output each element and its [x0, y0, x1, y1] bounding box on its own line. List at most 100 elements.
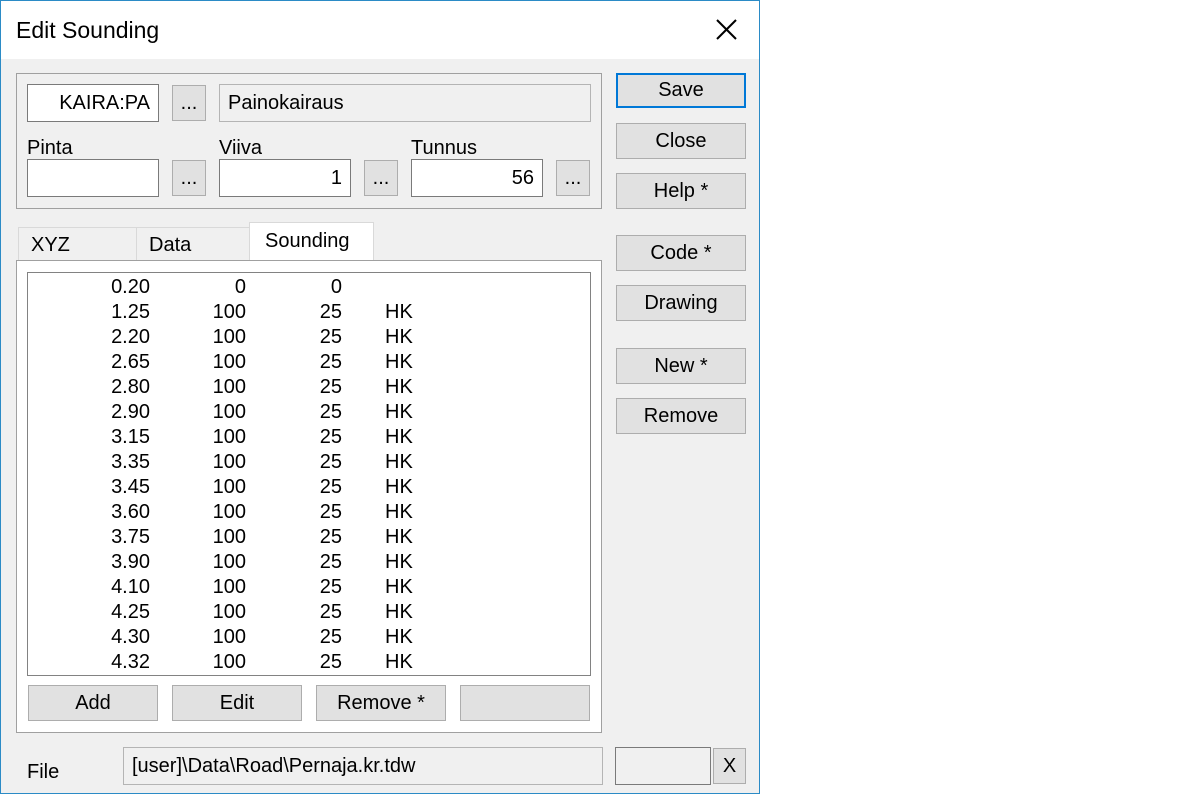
- list-cell: 25: [319, 451, 342, 473]
- list-cell: HK: [385, 626, 413, 648]
- list-item[interactable]: 3.45 100 25 HK: [28, 475, 590, 500]
- clear-file-button[interactable]: X: [713, 748, 746, 784]
- list-cell: 100: [212, 401, 246, 423]
- dialog-title: Edit Sounding: [16, 17, 160, 43]
- add-button[interactable]: Add: [28, 685, 158, 721]
- file-extra-field[interactable]: [615, 747, 711, 785]
- list-item[interactable]: 4.25 100 25 HK: [28, 600, 590, 625]
- blank-button[interactable]: [460, 685, 590, 721]
- list-cell: 25: [319, 351, 342, 373]
- tab-sounding[interactable]: Sounding: [249, 222, 374, 262]
- pinta-field[interactable]: [27, 159, 159, 197]
- list-item[interactable]: 3.90 100 25 HK: [28, 550, 590, 575]
- list-item[interactable]: 4.30 100 25 HK: [28, 625, 590, 650]
- list-cell: 25: [319, 576, 342, 598]
- list-cell: 4.25: [111, 601, 150, 623]
- list-cell: 25: [319, 601, 342, 623]
- help-button[interactable]: Help *: [616, 173, 746, 209]
- list-cell: 0: [234, 276, 246, 298]
- list-cell: 100: [212, 326, 246, 348]
- list-cell: 100: [212, 301, 246, 323]
- list-item[interactable]: 3.35 100 25 HK: [28, 450, 590, 475]
- list-cell: HK: [385, 351, 413, 373]
- list-cell: 100: [212, 376, 246, 398]
- list-item[interactable]: 4.32 100 25 HK: [28, 650, 590, 675]
- list-cell: 2.80: [111, 376, 150, 398]
- close-window-button[interactable]: [703, 9, 749, 51]
- list-cell: 100: [212, 451, 246, 473]
- list-item[interactable]: 0.20 0 0: [28, 275, 590, 300]
- list-cell: HK: [385, 401, 413, 423]
- list-cell: 100: [212, 351, 246, 373]
- list-cell: 1.25: [111, 301, 150, 323]
- list-cell: 100: [212, 651, 246, 673]
- code-button[interactable]: Code *: [616, 235, 746, 271]
- pinta-browse-button[interactable]: ...: [172, 160, 206, 196]
- list-cell: 100: [212, 626, 246, 648]
- list-item[interactable]: 3.15 100 25 HK: [28, 425, 590, 450]
- list-cell: HK: [385, 301, 413, 323]
- tunnus-label: Tunnus: [411, 137, 477, 159]
- tunnus-field[interactable]: 56: [411, 159, 543, 197]
- list-cell: 25: [319, 501, 342, 523]
- list-cell: HK: [385, 526, 413, 548]
- list-cell: 25: [319, 426, 342, 448]
- list-cell: 100: [212, 576, 246, 598]
- remove-row-button[interactable]: Remove *: [316, 685, 446, 721]
- tab-xyz[interactable]: XYZ: [18, 227, 136, 261]
- list-item[interactable]: 2.90 100 25 HK: [28, 400, 590, 425]
- pinta-label: Pinta: [27, 137, 73, 159]
- list-cell: 25: [319, 476, 342, 498]
- sounding-list[interactable]: 0.20 0 0 1.25 100 25 HK 2.20 100 25 HK 2.65 100 25 HK 2…: [27, 272, 591, 676]
- list-cell: HK: [385, 601, 413, 623]
- list-cell: 4.32: [111, 651, 150, 673]
- new-button[interactable]: New *: [616, 348, 746, 384]
- list-item[interactable]: 1.25 100 25 HK: [28, 300, 590, 325]
- list-cell: 2.90: [111, 401, 150, 423]
- list-item[interactable]: 3.60 100 25 HK: [28, 500, 590, 525]
- list-cell: 4.10: [111, 576, 150, 598]
- close-button[interactable]: Close: [616, 123, 746, 159]
- list-item[interactable]: 2.20 100 25 HK: [28, 325, 590, 350]
- file-path-field: [user]\Data\Road\Pernaja.kr.tdw: [123, 747, 603, 785]
- list-cell: 25: [319, 626, 342, 648]
- tab-data[interactable]: Data: [136, 227, 250, 261]
- list-cell: 2.20: [111, 326, 150, 348]
- edit-button[interactable]: Edit: [172, 685, 302, 721]
- list-cell: 3.60: [111, 501, 150, 523]
- list-cell: 0.20: [111, 276, 150, 298]
- list-cell: 3.90: [111, 551, 150, 573]
- list-item[interactable]: 3.75 100 25 HK: [28, 525, 590, 550]
- remove-button[interactable]: Remove: [616, 398, 746, 434]
- description-field: Painokairaus: [219, 84, 591, 122]
- list-item[interactable]: 2.80 100 25 HK: [28, 375, 590, 400]
- code-browse-button[interactable]: ...: [172, 85, 206, 121]
- viiva-field[interactable]: 1: [219, 159, 351, 197]
- list-cell: 0: [330, 276, 342, 298]
- list-cell: 100: [212, 526, 246, 548]
- list-cell: 2.65: [111, 351, 150, 373]
- list-cell: HK: [385, 576, 413, 598]
- list-cell: 25: [319, 326, 342, 348]
- list-cell: HK: [385, 326, 413, 348]
- list-cell: 3.45: [111, 476, 150, 498]
- list-cell: 3.35: [111, 451, 150, 473]
- list-cell: 4.30: [111, 626, 150, 648]
- viiva-browse-button[interactable]: ...: [364, 160, 398, 196]
- list-cell: 25: [319, 551, 342, 573]
- code-field[interactable]: KAIRA:PA: [27, 84, 159, 122]
- list-item[interactable]: 2.65 100 25 HK: [28, 350, 590, 375]
- list-cell: 100: [212, 476, 246, 498]
- list-cell: HK: [385, 551, 413, 573]
- list-item[interactable]: 4.10 100 25 HK: [28, 575, 590, 600]
- tunnus-browse-button[interactable]: ...: [556, 160, 590, 196]
- list-cell: 3.75: [111, 526, 150, 548]
- list-cell: HK: [385, 376, 413, 398]
- list-cell: 25: [319, 401, 342, 423]
- title-bar: Edit Sounding: [1, 1, 759, 59]
- drawing-button[interactable]: Drawing: [616, 285, 746, 321]
- list-cell: 100: [212, 501, 246, 523]
- save-button[interactable]: Save: [616, 73, 746, 108]
- viiva-label: Viiva: [219, 137, 262, 159]
- list-cell: HK: [385, 451, 413, 473]
